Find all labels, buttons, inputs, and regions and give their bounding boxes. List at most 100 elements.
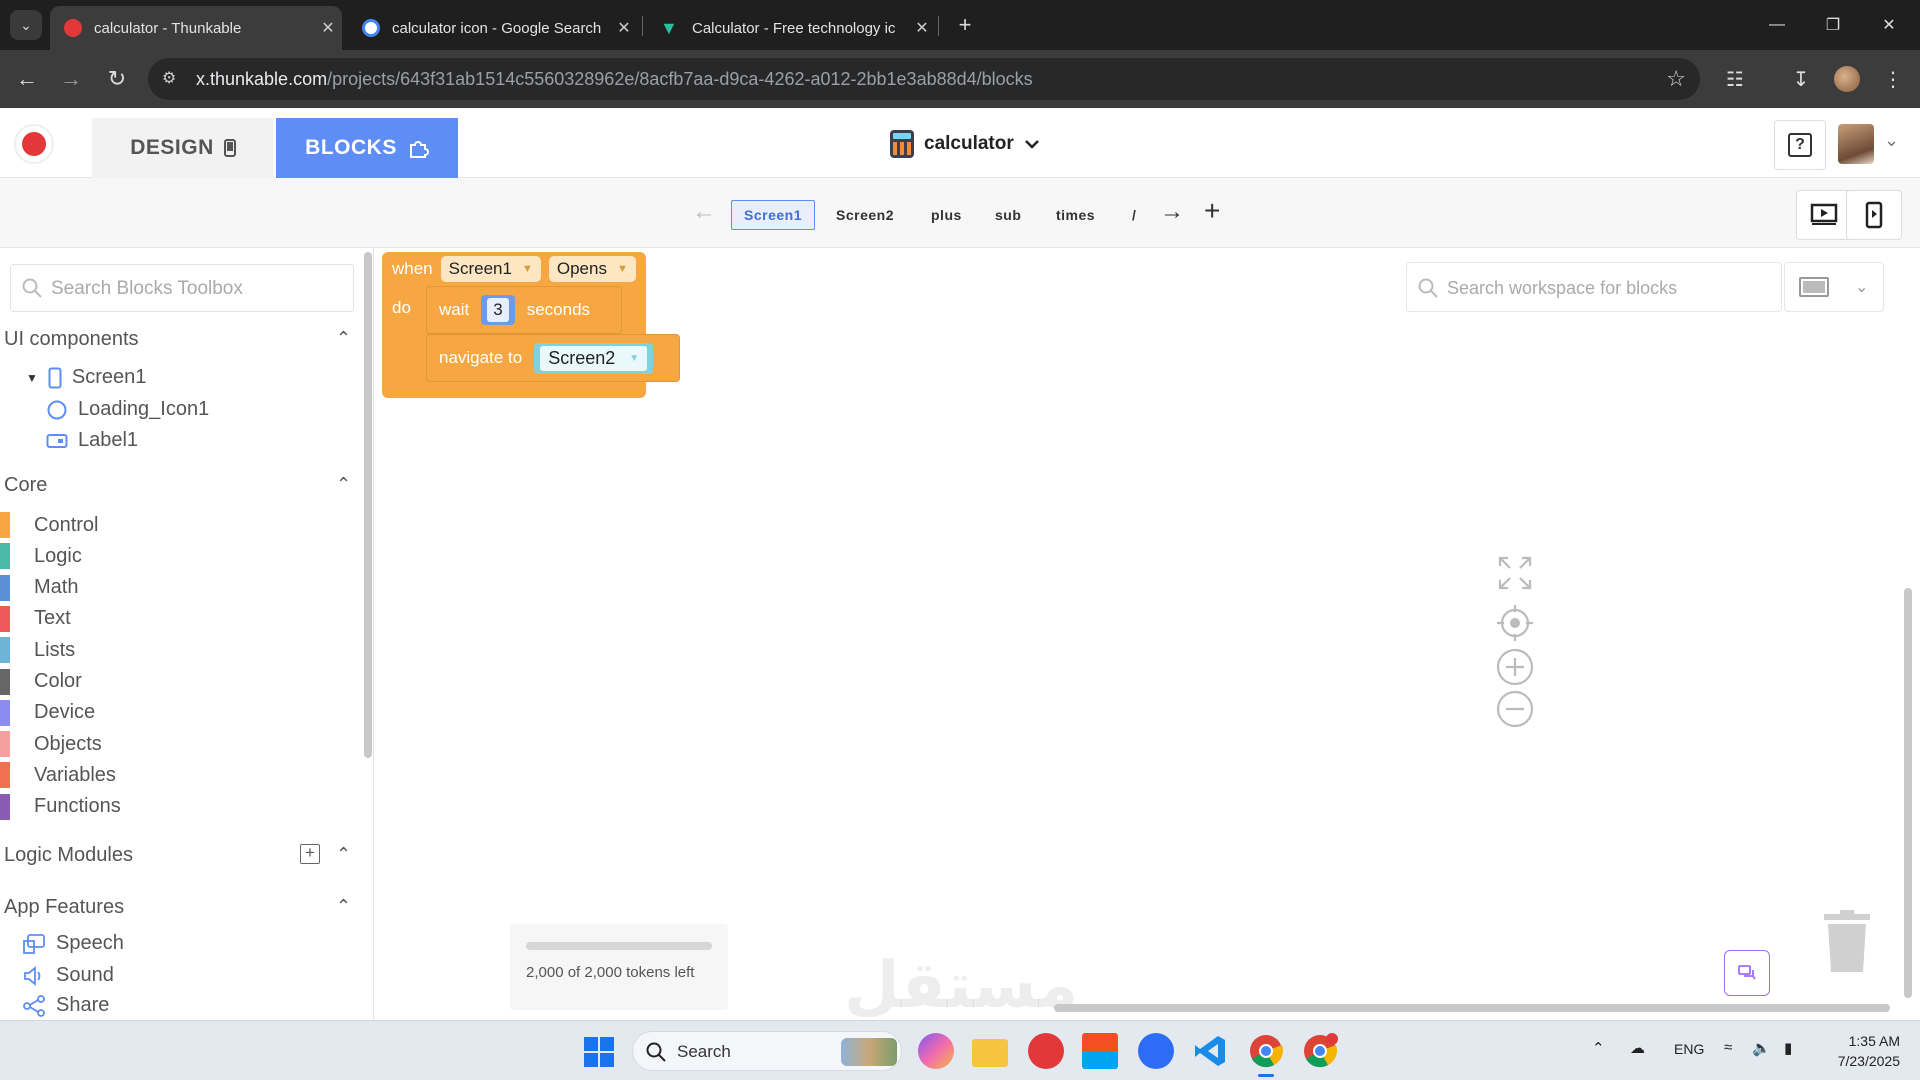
windows-start-icon[interactable] xyxy=(584,1037,614,1067)
zoom-in-icon[interactable] xyxy=(1496,648,1534,686)
profile-avatar-icon[interactable] xyxy=(1830,62,1864,96)
core-category-logic[interactable]: Logic xyxy=(0,543,82,570)
core-category-functions[interactable]: Functions xyxy=(0,793,121,820)
feature-speech[interactable]: Speech xyxy=(22,932,124,955)
tray-chevron-up-icon[interactable]: ⌃ xyxy=(1592,1039,1605,1057)
zoom-icon[interactable] xyxy=(1138,1033,1174,1069)
kebab-menu-icon[interactable]: ⋮ xyxy=(1876,62,1910,96)
preview-device-button[interactable] xyxy=(1846,190,1902,240)
tree-item-loading-icon1[interactable]: Loading_Icon1 xyxy=(46,398,209,421)
project-selector[interactable]: calculator xyxy=(890,130,1040,158)
browser-tab-calculator-icon[interactable]: ▼ Calculator - Free technology ic ✕ xyxy=(646,6,936,50)
site-settings-icon[interactable]: ⚙ xyxy=(162,68,184,90)
toolbox-scrollbar[interactable] xyxy=(364,252,372,758)
new-tab-plus-icon[interactable]: + xyxy=(950,10,980,40)
thunkable-logo[interactable] xyxy=(14,124,54,164)
download-icon[interactable]: ↧ xyxy=(1784,62,1818,96)
blocks-workspace[interactable]: when Screen1 ▼ Opens ▼ do wait 3 seconds n… xyxy=(374,248,1920,1021)
core-category-objects[interactable]: Objects xyxy=(0,731,102,758)
screen-tab-sub[interactable]: sub xyxy=(985,200,1031,230)
extensions-icon[interactable]: ☷ xyxy=(1718,62,1752,96)
chevron-up-icon[interactable]: ⌃ xyxy=(336,474,351,495)
toolbox-search-input[interactable] xyxy=(51,275,341,303)
tree-item-screen1[interactable]: ▼ Screen1 xyxy=(26,366,146,389)
forward-arrow-icon[interactable]: → xyxy=(56,64,86,94)
microsoft-store-icon[interactable] xyxy=(1082,1033,1118,1069)
workspace-search-input[interactable] xyxy=(1447,275,1767,301)
file-explorer-icon[interactable] xyxy=(972,1039,1008,1067)
arrow-right-icon[interactable]: → xyxy=(1160,198,1184,226)
core-category-color[interactable]: Color xyxy=(0,668,82,695)
core-category-control[interactable]: Control xyxy=(0,512,98,538)
trash-icon[interactable] xyxy=(1822,910,1872,974)
chrome-profile-icon[interactable] xyxy=(1302,1033,1338,1069)
screen-tab-plus[interactable]: plus xyxy=(921,200,972,230)
number-block[interactable]: 3 xyxy=(481,295,515,325)
screen-tab-screen1[interactable]: Screen1 xyxy=(731,200,815,230)
chevron-down-icon[interactable]: ⌄ xyxy=(1884,130,1899,151)
chat-assistant-button[interactable] xyxy=(1724,950,1770,996)
feature-share[interactable]: Share xyxy=(22,994,109,1017)
workspace-horizontal-scrollbar[interactable] xyxy=(1054,1004,1890,1012)
minimize-icon[interactable]: — xyxy=(1754,8,1800,42)
onedrive-offline-icon[interactable]: ☁ xyxy=(1630,1039,1645,1057)
arrow-left-icon[interactable]: ← xyxy=(692,198,716,226)
design-tab[interactable]: DESIGN xyxy=(92,118,274,178)
number-value[interactable]: 3 xyxy=(487,298,509,322)
core-heading[interactable]: Core xyxy=(4,474,47,497)
reload-icon[interactable]: ↻ xyxy=(102,64,132,94)
language-indicator[interactable]: ENG xyxy=(1674,1041,1704,1057)
close-tab-icon[interactable]: ✕ xyxy=(314,18,342,38)
tab-search-dropdown[interactable]: ⌄ xyxy=(10,10,42,40)
core-category-math[interactable]: Math xyxy=(0,574,78,601)
vscode-icon[interactable] xyxy=(1192,1033,1228,1069)
taskbar-clock[interactable]: 1:35 AM 7/23/2025 xyxy=(1822,1031,1900,1071)
component-dropdown[interactable]: Screen1 ▼ xyxy=(440,256,541,282)
back-arrow-icon[interactable]: ← xyxy=(12,64,42,94)
logic-modules-heading[interactable]: Logic Modules xyxy=(4,844,133,867)
screen-selector-block[interactable]: Screen2 ▼ xyxy=(534,342,654,374)
tree-item-label1[interactable]: Label1 xyxy=(46,429,138,452)
close-window-icon[interactable]: ✕ xyxy=(1866,8,1912,42)
restore-icon[interactable]: ❐ xyxy=(1810,8,1856,42)
workspace-search-box[interactable] xyxy=(1406,262,1782,312)
chrome-icon[interactable] xyxy=(1248,1033,1284,1077)
chevron-up-icon[interactable]: ⌃ xyxy=(336,896,351,917)
recenter-icon[interactable] xyxy=(1496,604,1534,642)
core-category-variables[interactable]: Variables xyxy=(0,762,116,789)
help-button[interactable]: ? xyxy=(1774,120,1826,170)
screen-tab-screen2[interactable]: Screen2 xyxy=(826,200,904,230)
zoom-out-icon[interactable] xyxy=(1496,690,1534,728)
address-bar[interactable]: ⚙ x.thunkable.com/projects/643f31ab1514c… xyxy=(148,58,1700,100)
add-screen-plus-icon[interactable]: + xyxy=(1204,195,1220,227)
wait-block[interactable]: wait 3 seconds xyxy=(426,286,622,334)
browser-tab-google[interactable]: calculator icon - Google Search ✕ xyxy=(348,6,638,50)
fullscreen-icon[interactable] xyxy=(1496,554,1534,592)
battery-icon[interactable]: ▮ xyxy=(1784,1039,1792,1057)
chevron-up-icon[interactable]: ⌃ xyxy=(336,844,351,865)
core-category-text[interactable]: Text xyxy=(0,605,71,632)
user-avatar[interactable] xyxy=(1838,124,1874,164)
close-tab-icon[interactable]: ✕ xyxy=(610,18,638,38)
add-module-plus-icon[interactable]: + xyxy=(300,844,320,864)
volume-icon[interactable]: 🔈 xyxy=(1752,1039,1771,1057)
ui-components-heading[interactable]: UI components xyxy=(4,328,139,351)
app-features-heading[interactable]: App Features xyxy=(4,896,124,919)
screen-tab-times[interactable]: times xyxy=(1046,200,1105,230)
navigate-to-block[interactable]: navigate to Screen2 ▼ xyxy=(426,334,680,382)
workspace-view-dropdown[interactable]: ⌄ xyxy=(1784,262,1884,312)
close-tab-icon[interactable]: ✕ xyxy=(908,18,936,38)
caret-down-icon[interactable]: ▼ xyxy=(26,371,38,385)
office-app-icon[interactable] xyxy=(1028,1033,1064,1069)
wifi-icon[interactable]: ≈ xyxy=(1724,1039,1732,1056)
taskbar-search[interactable]: Search xyxy=(632,1031,902,1071)
bookmark-star-icon[interactable]: ☆ xyxy=(1666,66,1686,92)
live-test-button[interactable] xyxy=(1796,190,1852,240)
screen-tab-divide[interactable]: / xyxy=(1122,200,1146,230)
core-category-device[interactable]: Device xyxy=(0,699,95,726)
event-dropdown[interactable]: Opens ▼ xyxy=(548,256,636,282)
workspace-vertical-scrollbar[interactable] xyxy=(1904,588,1912,998)
toolbox-search-box[interactable] xyxy=(10,264,354,312)
screen-dropdown[interactable]: Screen2 ▼ xyxy=(540,345,648,371)
core-category-lists[interactable]: Lists xyxy=(0,637,75,664)
